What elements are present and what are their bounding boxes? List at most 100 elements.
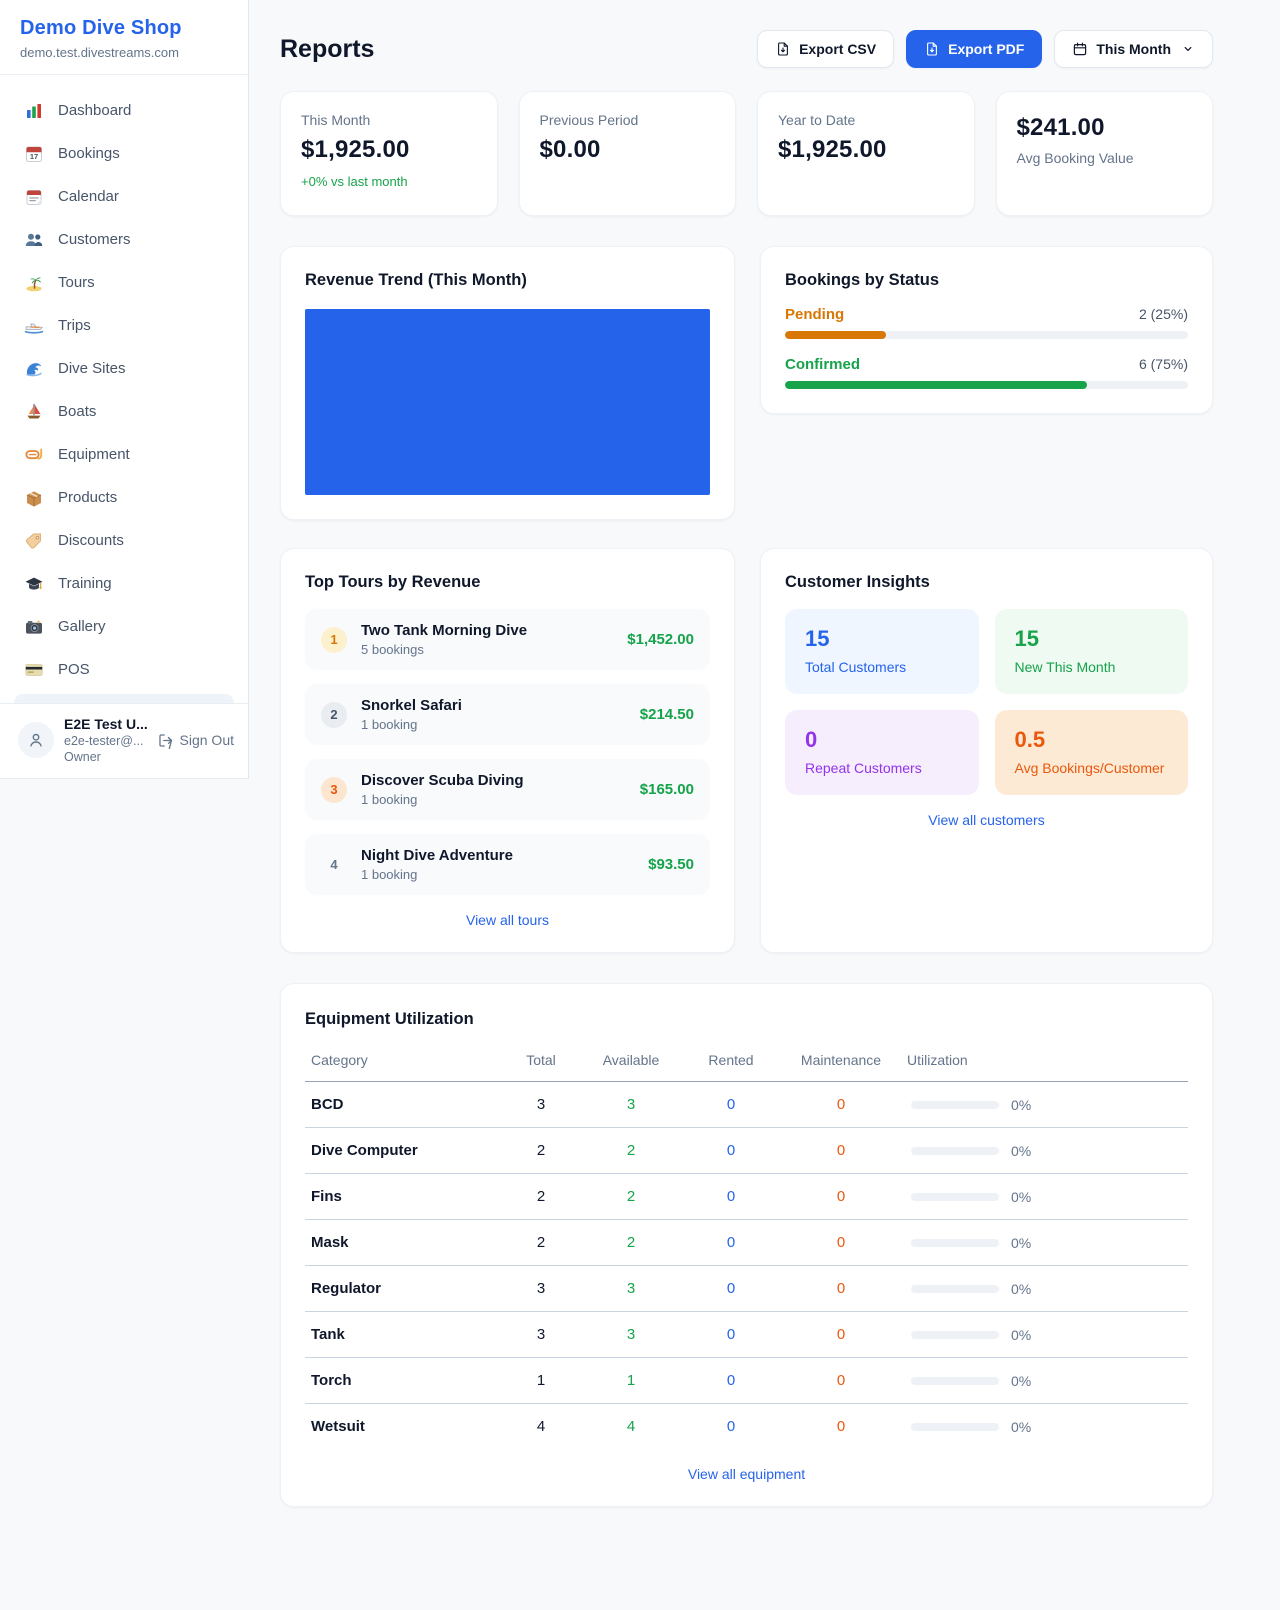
view-all-equipment-link[interactable]: View all equipment bbox=[305, 1466, 1188, 1482]
sign-out-button[interactable]: Sign Out bbox=[157, 732, 234, 749]
status-row-pending: Pending 2 (25%) bbox=[785, 306, 1188, 339]
equipment-category: Torch bbox=[305, 1358, 501, 1404]
insight-tile-new-this-month: 15 New This Month bbox=[995, 609, 1189, 694]
sidebar-item-discounts[interactable]: Discounts bbox=[0, 519, 248, 562]
utilization-percent: 0% bbox=[1011, 1327, 1031, 1343]
stat-delta: +0% vs last month bbox=[301, 174, 477, 189]
equipment-maintenance: 0 bbox=[781, 1128, 901, 1174]
equipment-rented: 0 bbox=[681, 1358, 781, 1404]
equipment-table: CategoryTotalAvailableRentedMaintenanceU… bbox=[305, 1044, 1188, 1449]
sidebar-item-gallery[interactable]: Gallery bbox=[0, 605, 248, 648]
sidebar-item-products[interactable]: Products bbox=[0, 476, 248, 519]
equipment-category: Tank bbox=[305, 1312, 501, 1358]
sidebar-item-customers[interactable]: Customers bbox=[0, 218, 248, 261]
equipment-total: 3 bbox=[501, 1266, 581, 1312]
insight-tile-repeat-customers: 0 Repeat Customers bbox=[785, 710, 979, 795]
revenue-trend-title: Revenue Trend (This Month) bbox=[305, 271, 710, 290]
sign-out-icon bbox=[157, 732, 174, 749]
column-header-utilization: Utilization bbox=[901, 1044, 1188, 1082]
sign-out-label: Sign Out bbox=[180, 732, 234, 748]
equipment-utilization-card: Equipment Utilization CategoryTotalAvail… bbox=[280, 983, 1213, 1507]
shop-title: Demo Dive Shop bbox=[20, 17, 228, 40]
insight-tile-total-customers: 15 Total Customers bbox=[785, 609, 979, 694]
equipment-row-dive-computer: Dive Computer 2 2 0 0 0% bbox=[305, 1128, 1188, 1174]
insight-value: 0.5 bbox=[1015, 727, 1169, 753]
equipment-row-wetsuit: Wetsuit 4 4 0 0 0% bbox=[305, 1404, 1188, 1450]
graduation-cap-icon bbox=[24, 574, 44, 594]
sidebar-item-boats[interactable]: Boats bbox=[0, 390, 248, 433]
period-label: This Month bbox=[1096, 41, 1171, 57]
column-header-rented: Rented bbox=[681, 1044, 781, 1082]
stat-label: This Month bbox=[301, 112, 477, 128]
equipment-category: Regulator bbox=[305, 1266, 501, 1312]
equipment-utilization-title: Equipment Utilization bbox=[305, 1010, 1188, 1029]
column-header-category: Category bbox=[305, 1044, 501, 1082]
equipment-maintenance: 0 bbox=[781, 1312, 901, 1358]
sidebar-item-equipment[interactable]: Equipment bbox=[0, 433, 248, 476]
stat-value: $1,925.00 bbox=[301, 136, 477, 164]
sidebar-item-calendar[interactable]: Calendar bbox=[0, 175, 248, 218]
wave-icon bbox=[24, 359, 44, 379]
tour-revenue: $165.00 bbox=[640, 781, 694, 798]
tour-name: Night Dive Adventure bbox=[361, 847, 513, 864]
tour-bookings: 1 booking bbox=[361, 867, 513, 882]
utilization-bar bbox=[911, 1331, 999, 1339]
equipment-row-fins: Fins 2 2 0 0 0% bbox=[305, 1174, 1188, 1220]
equipment-available: 2 bbox=[581, 1128, 681, 1174]
export-pdf-button[interactable]: Export PDF bbox=[906, 30, 1042, 68]
sidebar-item-tours[interactable]: Tours bbox=[0, 261, 248, 304]
sidebar-item-pos[interactable]: POS bbox=[0, 648, 248, 691]
equipment-available: 3 bbox=[581, 1082, 681, 1128]
equipment-total: 3 bbox=[501, 1312, 581, 1358]
view-all-tours-link[interactable]: View all tours bbox=[305, 912, 710, 928]
stat-card-this-month: This Month $1,925.00 +0% vs last month bbox=[280, 91, 498, 216]
sidebar-item-dive-sites[interactable]: Dive Sites bbox=[0, 347, 248, 390]
tour-name: Snorkel Safari bbox=[361, 697, 462, 714]
sidebar-item-dashboard[interactable]: Dashboard bbox=[0, 89, 248, 132]
equipment-rented: 0 bbox=[681, 1220, 781, 1266]
revenue-trend-card: Revenue Trend (This Month) bbox=[280, 246, 735, 520]
equipment-total: 4 bbox=[501, 1404, 581, 1450]
utilization-bar bbox=[911, 1101, 999, 1109]
camera-icon bbox=[24, 617, 44, 637]
header-actions: Export CSV Export PDF This Month bbox=[757, 30, 1213, 68]
insight-label: Avg Bookings/Customer bbox=[1015, 760, 1169, 776]
dive-mask-icon bbox=[24, 445, 44, 465]
user-name: E2E Test U... bbox=[64, 716, 147, 732]
sidebar-nav: Dashboard 17 Bookings Calendar Customers… bbox=[0, 75, 248, 691]
equipment-category: Wetsuit bbox=[305, 1404, 501, 1450]
utilization-percent: 0% bbox=[1011, 1373, 1031, 1389]
stat-card-avg-booking-value: Avg Booking Value $241.00 bbox=[996, 91, 1214, 216]
tour-bookings: 1 booking bbox=[361, 792, 524, 807]
stat-value: $0.00 bbox=[540, 136, 716, 164]
utilization-bar bbox=[911, 1423, 999, 1431]
equipment-rented: 0 bbox=[681, 1174, 781, 1220]
sidebar-user-footer: E2E Test U... e2e-tester@... Owner Sign … bbox=[0, 703, 248, 778]
equipment-total: 1 bbox=[501, 1358, 581, 1404]
column-header-total: Total bbox=[501, 1044, 581, 1082]
sidebar-item-trips[interactable]: Trips bbox=[0, 304, 248, 347]
calendar-icon bbox=[1072, 41, 1088, 57]
equipment-row-torch: Torch 1 1 0 0 0% bbox=[305, 1358, 1188, 1404]
equipment-table-header: CategoryTotalAvailableRentedMaintenanceU… bbox=[305, 1044, 1188, 1082]
equipment-maintenance: 0 bbox=[781, 1404, 901, 1450]
status-progress-bar bbox=[785, 381, 1188, 389]
bookings-by-status-title: Bookings by Status bbox=[785, 271, 1188, 290]
user-role: Owner bbox=[64, 750, 147, 764]
tour-name: Discover Scuba Diving bbox=[361, 772, 524, 789]
sidebar-item-bookings[interactable]: 17 Bookings bbox=[0, 132, 248, 175]
tour-row-snorkel-safari: 2 Snorkel Safari 1 booking $214.50 bbox=[305, 684, 710, 745]
utilization-bar bbox=[911, 1377, 999, 1385]
sidebar-item-training[interactable]: Training bbox=[0, 562, 248, 605]
active-nav-item-partial[interactable] bbox=[14, 694, 234, 703]
view-all-customers-link[interactable]: View all customers bbox=[785, 812, 1188, 828]
insight-label: Total Customers bbox=[805, 659, 959, 675]
bookings-by-status-card: Bookings by Status Pending 2 (25%) Confi… bbox=[760, 246, 1213, 414]
tour-row-night-dive-adventure: 4 Night Dive Adventure 1 booking $93.50 bbox=[305, 834, 710, 895]
export-csv-button[interactable]: Export CSV bbox=[757, 30, 894, 68]
period-dropdown[interactable]: This Month bbox=[1054, 30, 1213, 68]
equipment-maintenance: 0 bbox=[781, 1220, 901, 1266]
status-progress-bar bbox=[785, 331, 1188, 339]
equipment-row-bcd: BCD 3 3 0 0 0% bbox=[305, 1082, 1188, 1128]
customer-insights-title: Customer Insights bbox=[785, 573, 1188, 592]
